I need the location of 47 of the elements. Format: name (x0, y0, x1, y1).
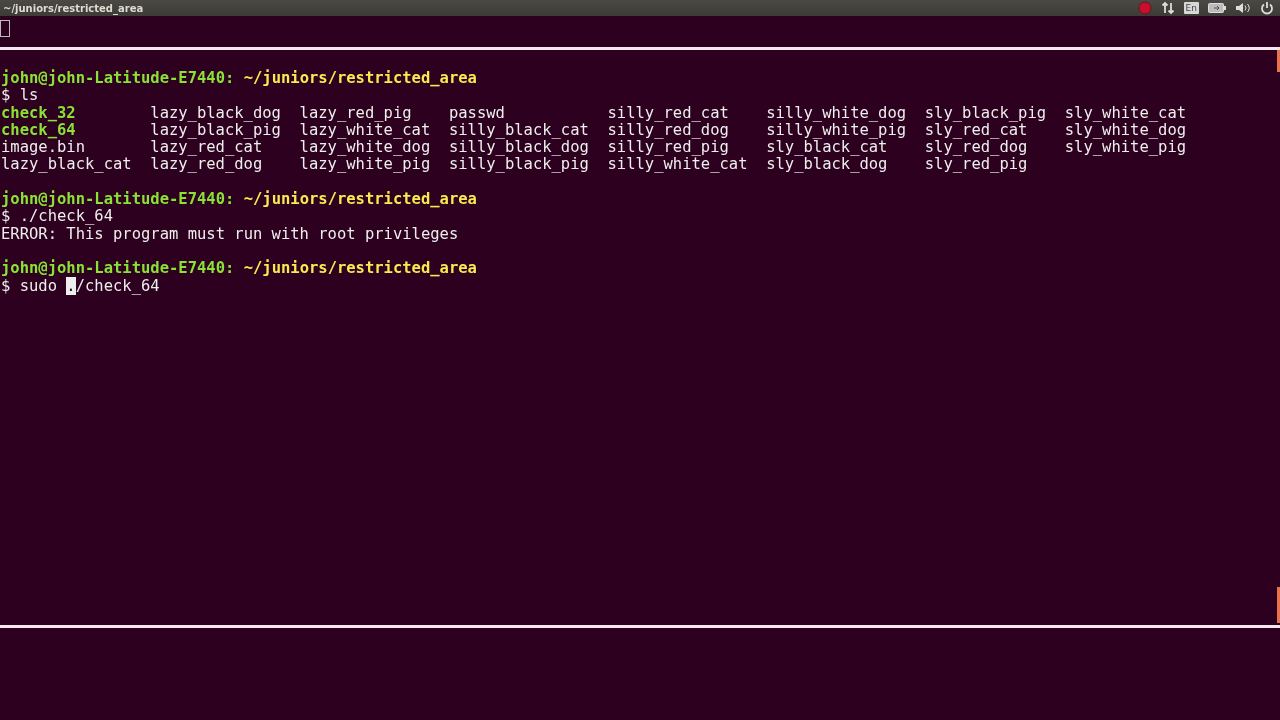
command-line: $ sudo ./check_64 (0, 277, 160, 295)
file-name: sly_white_dog (1064, 121, 1187, 140)
file-name: silly_red_dog (607, 121, 729, 140)
file-name: silly_white_pig (766, 121, 907, 140)
file-name: lazy_red_dog (150, 156, 263, 174)
command-line: $ ls (0, 87, 39, 105)
file-name: passwd (448, 104, 505, 122)
file-name: check_64 (1, 121, 76, 140)
file-name: silly_red_cat (607, 104, 729, 122)
file-name: sly_white_pig (1064, 139, 1187, 157)
file-name: lazy_black_dog (150, 104, 281, 122)
prompt-line: john@john-Latitude-E7440: ~/juniors/restricted_area (0, 191, 477, 209)
file-name: silly_black_dog (448, 139, 589, 157)
pane-edge-marker (1277, 50, 1280, 72)
window-title: ~/juniors/restricted_area (3, 2, 144, 14)
file-name: silly_red_pig (607, 139, 729, 157)
file-name: lazy_red_pig (299, 104, 412, 122)
file-name: silly_white_cat (607, 156, 748, 174)
battery-icon[interactable] (1208, 3, 1226, 13)
pane-edge-marker (1277, 587, 1280, 623)
file-name: sly_red_pig (924, 156, 1028, 174)
file-name: sly_black_dog (766, 156, 888, 174)
file-name: lazy_white_dog (299, 139, 431, 157)
file-name: sly_red_cat (924, 121, 1028, 140)
file-name: lazy_black_pig (150, 121, 281, 140)
file-name: lazy_white_cat (299, 121, 431, 140)
file-name: lazy_black_cat (1, 156, 132, 174)
power-icon[interactable] (1260, 1, 1274, 15)
file-name: sly_white_cat (1064, 104, 1187, 122)
file-name: sly_black_pig (924, 104, 1047, 122)
text-cursor (0, 20, 10, 37)
file-name: lazy_red_cat (150, 139, 263, 157)
file-name: image.bin (1, 139, 85, 157)
error-message: ERROR: This program must run with root privileges (0, 225, 459, 243)
file-name: sly_black_cat (766, 139, 888, 157)
file-name: lazy_white_pig (299, 156, 431, 174)
file-name: check_32 (1, 104, 76, 122)
prompt-line: john@john-Latitude-E7440: ~/juniors/restricted_area (0, 70, 477, 88)
network-arrows-icon[interactable] (1160, 1, 1175, 15)
speaker-icon[interactable] (1235, 2, 1251, 14)
file-name: silly_white_dog (766, 104, 907, 122)
keyboard-layout-indicator[interactable]: En (1183, 2, 1199, 14)
file-name: sly_red_dog (924, 139, 1028, 157)
file-name: silly_black_cat (448, 121, 589, 140)
prompt-line: john@john-Latitude-E7440: ~/juniors/restricted_area (0, 260, 477, 278)
file-name: silly_black_pig (448, 156, 589, 174)
command-line: $ ./check_64 (0, 208, 113, 226)
